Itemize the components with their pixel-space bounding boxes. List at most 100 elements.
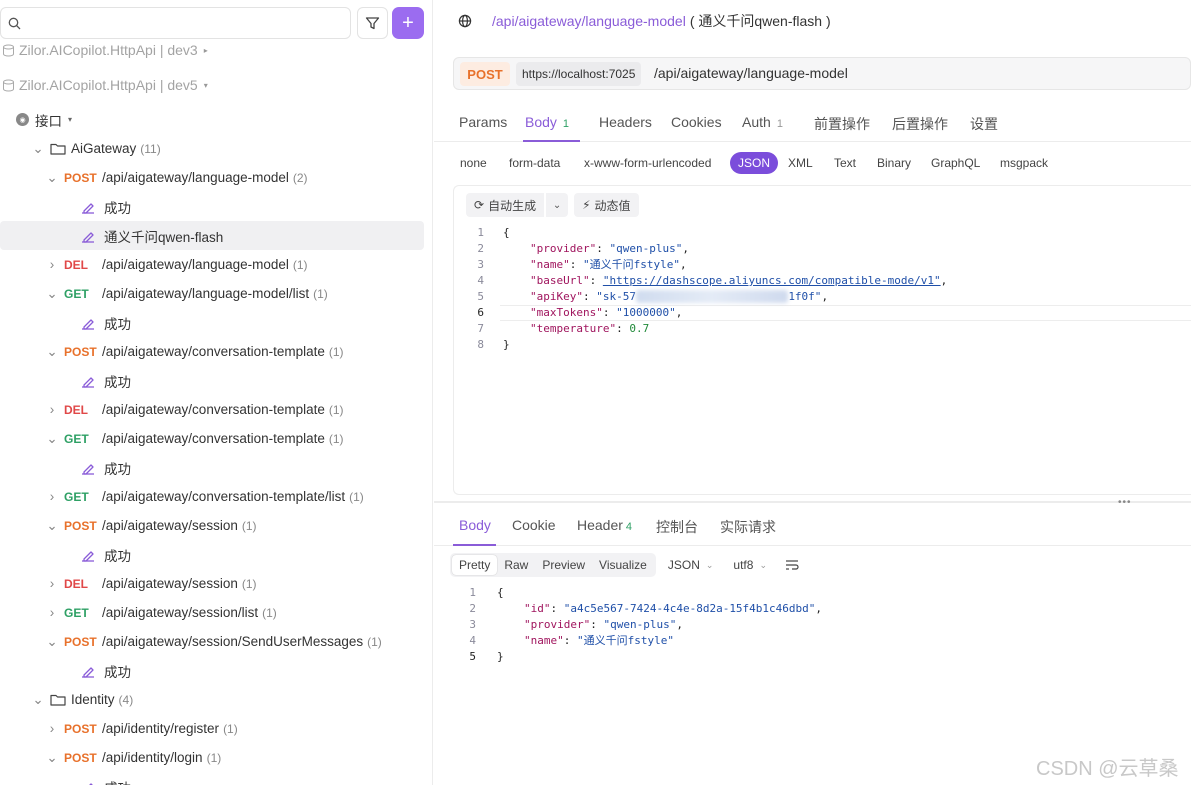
view-pretty[interactable]: Pretty [452, 555, 498, 575]
tree-root-api[interactable]: ◉ 接口 ▾ [16, 105, 216, 134]
tree-case-item[interactable]: 成功 [0, 366, 424, 395]
tree-api-item[interactable]: ⌄ GET/api/aigateway/language-model/list (1… [0, 279, 424, 308]
body-type-form-data[interactable]: form-data [509, 156, 560, 170]
base-url[interactable]: https://localhost:7025 [516, 62, 642, 86]
resp-tab-actual-request[interactable]: 实际请求 [720, 517, 776, 537]
api-path: /api/aigateway/conversation-template/lis… [102, 489, 346, 504]
chevron-right-icon[interactable]: › [46, 489, 58, 504]
body-type-xml[interactable]: XML [788, 156, 813, 170]
tree-api-item[interactable]: ⌄ POST/api/aigateway/session/SendUserMess… [0, 627, 424, 656]
tab-settings[interactable]: 设置 [970, 114, 998, 134]
tab-params[interactable]: Params [459, 114, 507, 130]
body-type-text[interactable]: Text [834, 156, 856, 170]
chevron-down-icon: ⌄ [552, 199, 562, 211]
body-type-none[interactable]: none [460, 156, 487, 170]
resp-tab-console[interactable]: 控制台 [656, 517, 698, 537]
pane-splitter[interactable] [434, 501, 1191, 503]
tab-cookies[interactable]: Cookies [671, 114, 722, 130]
tree-api-item[interactable]: › DEL/api/aigateway/language-model (1) [0, 250, 424, 279]
chevron-right-icon[interactable]: › [46, 257, 58, 272]
chevron-down-icon[interactable]: ⌄ [46, 518, 58, 533]
tree-case-item[interactable]: 成功 [0, 772, 424, 785]
chevron-right-icon[interactable]: › [46, 402, 58, 417]
json-key: "apiKey" [530, 290, 583, 303]
chevron-down-icon[interactable]: ⌄ [46, 634, 58, 649]
project-item-dev5[interactable]: Zilor.AICopilot.HttpApi | dev5 ▾ [2, 75, 208, 95]
tree-case-item[interactable]: 通义千问qwen-flash [0, 221, 424, 250]
tree-api-item[interactable]: ⌄ GET/api/aigateway/conversation-template… [0, 424, 424, 453]
view-raw[interactable]: Raw [497, 555, 535, 575]
tree-api-item[interactable]: › GET/api/aigateway/session/list (1) [0, 598, 424, 627]
tab-post-actions[interactable]: 后置操作 [892, 114, 948, 134]
format-value: JSON [667, 558, 700, 572]
search-input[interactable] [0, 7, 351, 39]
body-type-json[interactable]: JSON [730, 152, 779, 174]
folder-icon [50, 142, 66, 156]
chevron-down-icon[interactable]: ⌄ [46, 750, 58, 765]
auto-generate-dropdown[interactable]: ⌄ [546, 193, 569, 217]
auto-generate-button[interactable]: ⟳ 自动生成 [466, 193, 545, 217]
filter-button[interactable] [357, 7, 388, 39]
code-line: "apiKey": "sk-57xxxxxxxxxxxxxxxxxxxxxxx1… [530, 290, 829, 303]
body-type-urlencoded[interactable]: x-www-form-urlencoded [584, 156, 711, 170]
case-label: 成功 [104, 374, 131, 390]
tree-case-item[interactable]: 成功 [0, 656, 424, 685]
method-select[interactable]: POST [460, 62, 510, 86]
body-type-binary[interactable]: Binary [877, 156, 911, 170]
tree-case-item[interactable]: 成功 [0, 540, 424, 569]
tree-api-item[interactable]: › DEL/api/aigateway/session (1) [0, 569, 424, 598]
tree-api-item[interactable]: ⌄ POST/api/aigateway/language-model (2) [0, 163, 424, 192]
method-badge: POST [64, 170, 97, 185]
tree-api-item[interactable]: › POST/api/identity/register (1) [0, 714, 424, 743]
drag-handle-icon[interactable]: ••• [1118, 497, 1132, 508]
chevron-down-icon[interactable]: ⌄ [46, 286, 58, 301]
tree-api-item[interactable]: ⌄ POST/api/identity/login (1) [0, 743, 424, 772]
tree-case-item[interactable]: 成功 [0, 453, 424, 482]
tree-case-item[interactable]: 成功 [0, 308, 424, 337]
chevron-right-icon[interactable]: › [46, 605, 58, 620]
tree-api-item[interactable]: ⌄ POST/api/aigateway/conversation-templat… [0, 337, 424, 366]
url-bar[interactable]: POST https://localhost:7025 /api/aigatew… [453, 57, 1191, 90]
tree-root-label: 接口 [35, 113, 62, 129]
resp-tab-body[interactable]: Body [459, 517, 491, 533]
url-path-input[interactable]: /api/aigateway/language-model [654, 65, 848, 81]
case-label: 成功 [104, 664, 131, 680]
view-visualize[interactable]: Visualize [592, 555, 654, 575]
tree-folder[interactable]: ⌄ AiGateway (11) [0, 134, 424, 163]
caret-right-icon: ▸ [203, 45, 208, 55]
wrap-lines-icon[interactable] [785, 559, 799, 571]
chevron-right-icon[interactable]: › [46, 576, 58, 591]
request-body-editor[interactable]: ⟳ 自动生成 ⌄ ⚡ 动态值 1 {2 "provider": "qwen-plus",… [453, 185, 1191, 495]
body-type-graphql[interactable]: GraphQL [931, 156, 980, 170]
tree-case-item[interactable]: 成功 [0, 192, 424, 221]
chevron-down-icon: ⌄ [705, 559, 714, 570]
chevron-down-icon[interactable]: ⌄ [46, 170, 58, 185]
line-number: 5 [469, 650, 476, 663]
resp-tab-header[interactable]: Header 4 [577, 517, 632, 533]
tree-folder[interactable]: ⌄ Identity (4) [0, 685, 424, 714]
case-count: (1) [349, 489, 364, 504]
resp-tab-cookie[interactable]: Cookie [512, 517, 556, 533]
tree-api-item[interactable]: › GET/api/aigateway/conversation-template… [0, 482, 424, 511]
format-select[interactable]: JSON ⌄ [668, 558, 714, 572]
project-item-dev3[interactable]: Zilor.AICopilot.HttpApi | dev3 ▸ [2, 40, 208, 60]
tree-api-item[interactable]: › DEL/api/aigateway/conversation-template… [0, 395, 424, 424]
add-button[interactable]: + [392, 7, 424, 39]
method-badge: DEL [64, 402, 88, 417]
encoding-select[interactable]: utf8 ⌄ [733, 558, 767, 572]
dynamic-value-button[interactable]: ⚡ 动态值 [574, 193, 639, 217]
case-label: 通义千问qwen-flash [104, 229, 224, 245]
body-type-msgpack[interactable]: msgpack [1000, 156, 1048, 170]
case-count: (1) [313, 286, 328, 301]
tab-body[interactable]: Body 1 [525, 114, 569, 130]
tree-api-item[interactable]: ⌄ POST/api/aigateway/session (1) [0, 511, 424, 540]
tab-auth[interactable]: Auth 1 [742, 114, 783, 130]
request-tab[interactable]: /api/aigateway/language-model ( 通义千问qwen… [458, 10, 831, 32]
chevron-right-icon[interactable]: › [46, 721, 58, 736]
method-badge: POST [64, 721, 97, 736]
chevron-down-icon[interactable]: ⌄ [46, 344, 58, 359]
tab-headers[interactable]: Headers [599, 114, 652, 130]
chevron-down-icon[interactable]: ⌄ [46, 431, 58, 446]
tab-pre-actions[interactable]: 前置操作 [814, 114, 870, 134]
view-preview[interactable]: Preview [535, 555, 592, 575]
